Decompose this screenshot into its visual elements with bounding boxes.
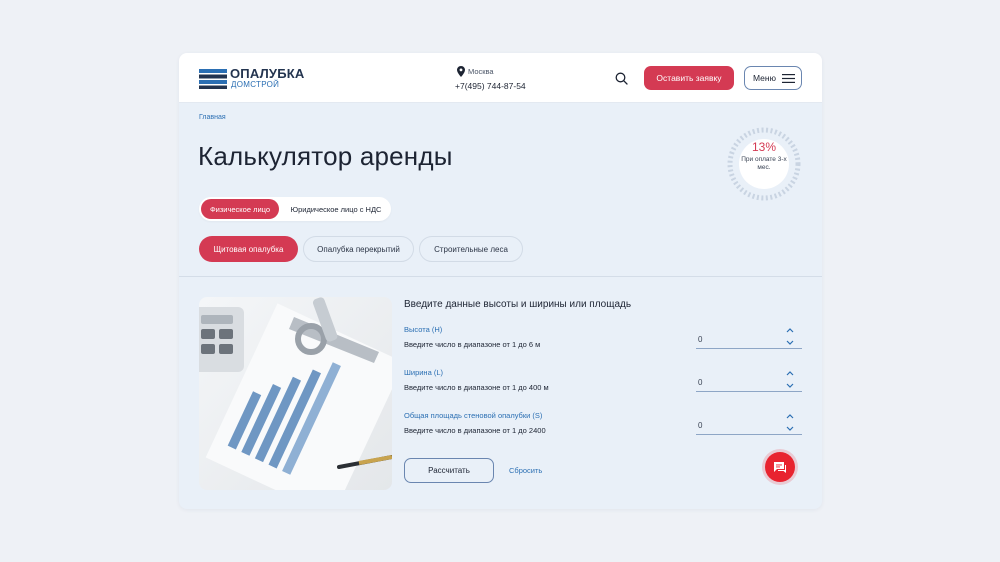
tab-slab-formwork[interactable]: Опалубка перекрытий — [303, 236, 414, 262]
field-area-hint: Введите число в диапазоне от 1 до 2400 — [404, 426, 546, 435]
tab-scaffolding[interactable]: Строительные леса — [419, 236, 523, 262]
breadcrumb[interactable]: Главная — [199, 114, 226, 121]
menu-button[interactable]: Меню — [744, 66, 802, 90]
field-area-label: Общая площадь стеновой опалубки (S) — [404, 411, 543, 420]
width-input[interactable]: 0 — [696, 371, 802, 392]
arrow-up-icon[interactable] — [786, 328, 794, 333]
arrow-up-icon[interactable] — [786, 414, 794, 419]
height-input[interactable]: 0 — [696, 328, 802, 349]
tab-panel-formwork[interactable]: Щитовая опалубка — [199, 236, 298, 262]
menu-label: Меню — [753, 73, 776, 83]
chat-button[interactable] — [765, 452, 795, 482]
arrow-down-icon[interactable] — [786, 340, 794, 345]
logo-title: ОПАЛУБКА — [230, 66, 305, 81]
calculate-button[interactable]: Рассчитать — [404, 458, 494, 483]
toggle-individual[interactable]: Физическое лицо — [201, 199, 279, 219]
calculator-photo — [199, 297, 392, 490]
search-icon[interactable] — [615, 72, 628, 85]
reset-button[interactable]: Сбросить — [509, 466, 542, 475]
phone-link[interactable]: +7(495) 744-87-54 — [455, 81, 526, 91]
city-label: Москва — [468, 67, 494, 76]
discount-badge: 13% При оплате 3-х мес. — [727, 127, 801, 201]
form-title: Введите данные высоты и ширины или площа… — [404, 299, 632, 310]
badge-percent: 13% — [751, 140, 777, 154]
logo-mark-icon — [199, 69, 227, 89]
site-header: ОПАЛУБКА ДОМСТРОЙ Москва +7(495) 744-87-… — [179, 53, 822, 103]
field-height-label: Высота (H) — [404, 325, 443, 334]
area-value: 0 — [698, 421, 703, 430]
badge-text: При оплате 3-х мес. — [741, 156, 787, 171]
entity-toggle: Физическое лицо Юридическое лицо с НДС — [199, 197, 391, 221]
toggle-legal[interactable]: Юридическое лицо с НДС — [283, 199, 389, 219]
chat-icon — [774, 462, 786, 473]
field-height-hint: Введите число в диапазоне от 1 до 6 м — [404, 340, 541, 349]
field-width-label: Ширина (L) — [404, 368, 443, 377]
width-value: 0 — [698, 378, 703, 387]
order-button[interactable]: Оставить заявку — [644, 66, 734, 90]
pin-icon — [457, 66, 465, 77]
arrow-down-icon[interactable] — [786, 426, 794, 431]
height-value: 0 — [698, 335, 703, 344]
arrow-up-icon[interactable] — [786, 371, 794, 376]
divider — [179, 276, 822, 277]
logo-subtitle: ДОМСТРОЙ — [231, 80, 280, 89]
menu-icon — [782, 74, 795, 83]
arrow-down-icon[interactable] — [786, 383, 794, 388]
area-input[interactable]: 0 — [696, 414, 802, 435]
field-width-hint: Введите число в диапазоне от 1 до 400 м — [404, 383, 549, 392]
page-title: Калькулятор аренды — [198, 141, 453, 171]
calculator-card: ОПАЛУБКА ДОМСТРОЙ Москва +7(495) 744-87-… — [179, 53, 822, 509]
logo[interactable]: ОПАЛУБКА ДОМСТРОЙ — [199, 66, 309, 90]
